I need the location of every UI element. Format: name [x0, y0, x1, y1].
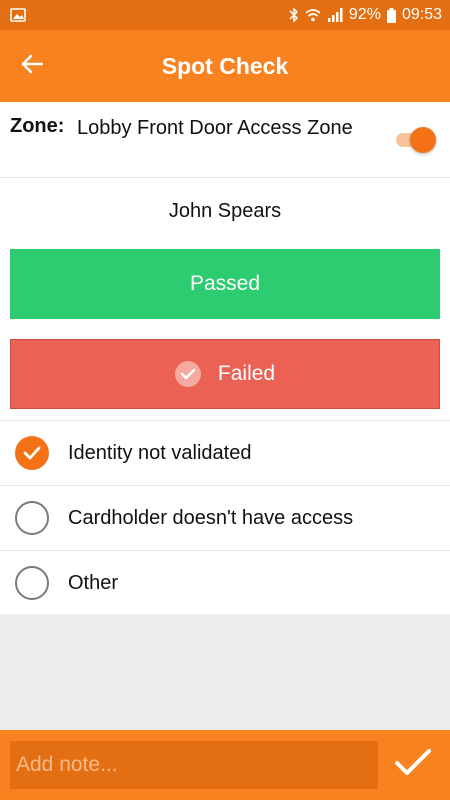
passed-label: Passed [189, 272, 261, 295]
reason-identity-not-validated[interactable]: Identity not validated [0, 420, 450, 485]
bluetooth-icon [289, 7, 299, 23]
submit-button[interactable] [390, 742, 436, 788]
failed-label: Failed [217, 362, 276, 385]
arrow-left-icon [21, 54, 44, 79]
reason-no-access[interactable]: Cardholder doesn't have access [0, 485, 450, 550]
reason-other[interactable]: Other [0, 550, 450, 615]
zone-label: Zone: [10, 115, 65, 137]
app-bar: Spot Check [0, 30, 450, 102]
failure-reason-list: Identity not validated Cardholder doesn'… [0, 420, 450, 615]
image-icon [10, 8, 26, 22]
unchecked-radio-icon[interactable] [15, 501, 49, 535]
back-button[interactable] [14, 48, 50, 84]
unchecked-radio-icon[interactable] [15, 566, 49, 600]
checked-radio-icon[interactable] [15, 436, 49, 470]
clock: 09:53 [401, 6, 442, 23]
status-left [10, 8, 26, 22]
status-right: 92% 09:53 [289, 6, 442, 24]
reason-label: Cardholder doesn't have access [68, 506, 354, 529]
passed-button[interactable]: Passed [10, 249, 440, 319]
page-title: Spot Check [161, 52, 289, 79]
reason-label: Identity not validated [68, 441, 252, 464]
failed-button[interactable]: Failed [10, 339, 440, 409]
checkmark-icon [394, 748, 432, 783]
signal-icon [327, 8, 343, 22]
cardholder-name: John Spears [168, 200, 282, 222]
battery-icon [386, 7, 396, 23]
check-circle-icon [174, 361, 201, 387]
zone-row: Zone: Lobby Front Door Access Zone [0, 102, 450, 178]
spot-check-content: Zone: Lobby Front Door Access Zone John … [0, 102, 450, 614]
battery-percent: 92% [348, 6, 381, 23]
zone-value: Lobby Front Door Access Zone [77, 117, 353, 139]
note-input[interactable] [10, 741, 378, 789]
status-bar: 92% 09:53 [0, 0, 450, 30]
toggle-thumb [410, 127, 436, 153]
zone-toggle[interactable] [394, 126, 438, 154]
wifi-icon [305, 8, 321, 22]
reason-label: Other [68, 571, 119, 594]
note-bar [0, 730, 450, 800]
